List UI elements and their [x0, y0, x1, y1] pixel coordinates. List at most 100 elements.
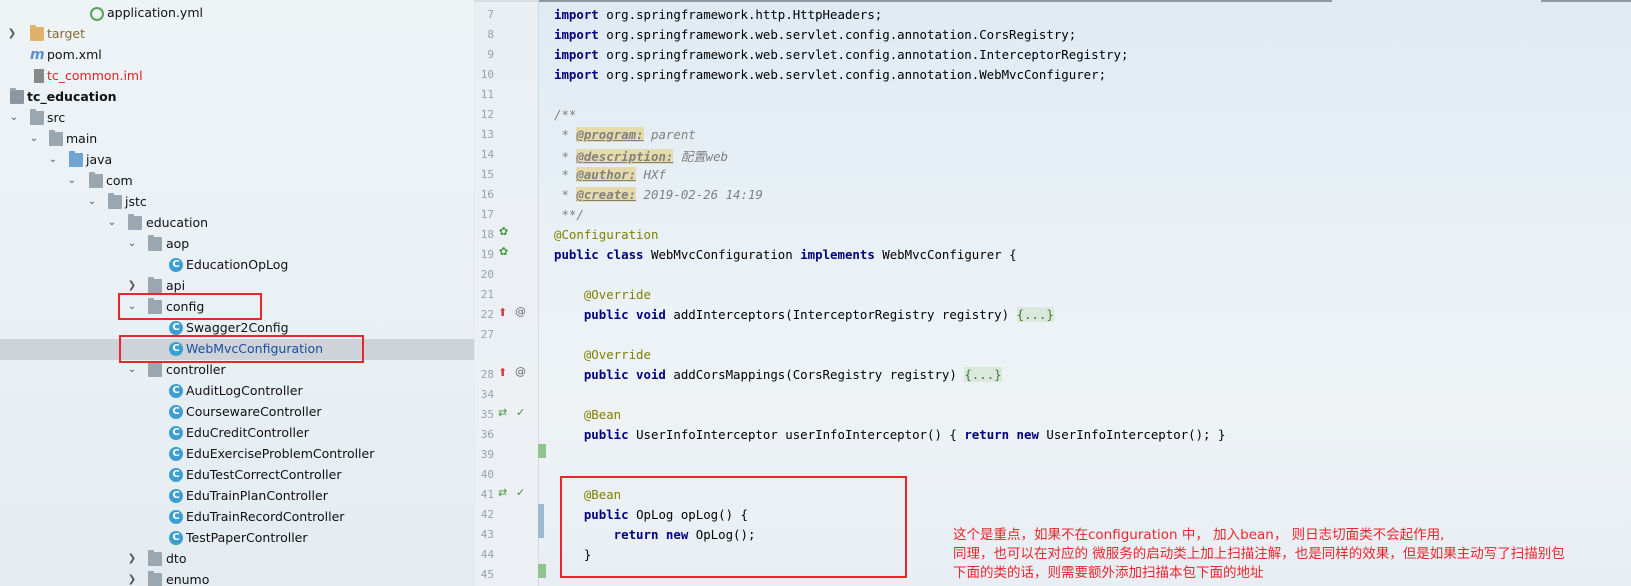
code-line-8[interactable]: import org.springframework.web.servlet.c… [554, 27, 1076, 42]
code-line-14[interactable]: * @description: 配置web [554, 147, 728, 165]
annotation-note-line: 这个是重点，如果不在configuration 中， 加入bean， 则日志切面… [953, 527, 1445, 543]
code-line-35[interactable]: @Bean [554, 407, 621, 422]
annotation-note: 这个是重点，如果不在configuration 中， 加入bean， 则日志切面… [953, 526, 1631, 583]
tree-item-target[interactable]: ❯ target [0, 24, 474, 45]
spring-bean-check-icon[interactable]: ✓ [516, 406, 525, 419]
package-icon [148, 361, 162, 377]
chevron-right-icon[interactable]: ❯ [6, 27, 18, 41]
tree-item-coursewarecontroller[interactable]: C CoursewareController [0, 402, 474, 423]
line-number: 43 [480, 528, 494, 541]
tree-item-com[interactable]: ⌄ com [0, 171, 474, 192]
tree-item-tc-common-iml[interactable]: tc_common.iml [0, 66, 474, 87]
tree-item-education[interactable]: ⌄ education [0, 213, 474, 234]
chevron-right-icon[interactable]: ❯ [126, 573, 138, 586]
tree-item-java[interactable]: ⌄ java [0, 150, 474, 171]
tree-item-edutestcorrectcontroller[interactable]: C EduTestCorrectController [0, 465, 474, 486]
code-line-12[interactable]: /** [554, 107, 576, 122]
code-line-15[interactable]: * @author: HXf [554, 167, 666, 182]
vcs-change-marker [538, 444, 546, 458]
yaml-file-icon [90, 7, 104, 21]
annotation-at-icon[interactable]: @ [515, 365, 526, 378]
line-number: 7 [487, 8, 494, 21]
spring-bean-check-icon[interactable]: ✓ [516, 486, 525, 499]
line-number: 19 [480, 248, 494, 261]
code-line-19[interactable]: public class WebMvcConfiguration impleme… [554, 247, 1017, 262]
spring-bean-link-icon[interactable]: ⇄ [498, 486, 507, 499]
highlight-box-oplog-bean [560, 476, 907, 578]
line-number: 11 [480, 88, 494, 101]
class-icon: C [169, 405, 183, 419]
code-line-21[interactable]: @Override [554, 287, 651, 302]
code-line-16[interactable]: * @create: 2019-02-26 14:19 [554, 187, 763, 202]
tree-item-pom-xml[interactable]: m pom.xml [0, 45, 474, 66]
package-icon [148, 235, 162, 251]
package-icon [148, 277, 162, 293]
chevron-right-icon[interactable]: ❯ [126, 279, 138, 293]
chevron-down-icon[interactable]: ⌄ [28, 132, 40, 146]
module-folder-icon [10, 88, 24, 104]
code-line-7[interactable]: import org.springframework.http.HttpHead… [554, 7, 882, 22]
package-icon [148, 571, 162, 586]
highlight-box-config [118, 293, 262, 320]
tree-item-testpapercontroller[interactable]: C TestPaperController [0, 528, 474, 549]
tree-item-edutrainplancontroller[interactable]: C EduTrainPlanController [0, 486, 474, 507]
annotation-at-icon[interactable]: @ [515, 305, 526, 318]
tree-item-edutrainrecordcontroller[interactable]: C EduTrainRecordController [0, 507, 474, 528]
spring-bean-link-icon[interactable]: ⇄ [498, 406, 507, 419]
line-number: 15 [480, 168, 494, 181]
line-number: 13 [480, 128, 494, 141]
line-number: 41 [480, 488, 494, 501]
tree-item-application-yml[interactable]: application.yml [0, 3, 474, 24]
tree-item-tc-education[interactable]: tc_education [0, 87, 474, 108]
line-number: 8 [487, 28, 494, 41]
line-number: 44 [480, 548, 494, 561]
class-icon: C [169, 426, 183, 440]
tree-item-educationoplog[interactable]: C EducationOpLog [0, 255, 474, 276]
class-icon: C [169, 468, 183, 482]
tree-item-src[interactable]: ⌄ src [0, 108, 474, 129]
editor-top-scroll-indicator-right [1541, 0, 1631, 2]
tree-item-dto[interactable]: ❯ dto [0, 549, 474, 570]
code-line-22[interactable]: public void addInterceptors(InterceptorR… [554, 307, 1054, 322]
tree-item-aop[interactable]: ⌄ aop [0, 234, 474, 255]
tree-item-main[interactable]: ⌄ main [0, 129, 474, 150]
code-line-18[interactable]: @Configuration [554, 227, 658, 242]
folder-icon [49, 130, 63, 146]
line-number: 14 [480, 148, 494, 161]
tree-item-educreditcontroller[interactable]: C EduCreditController [0, 423, 474, 444]
chevron-right-icon[interactable]: ❯ [126, 552, 138, 566]
chevron-down-icon[interactable]: ⌄ [106, 216, 118, 230]
override-method-icon[interactable]: ⬆ [498, 366, 507, 379]
tree-item-eduexerciseproblemcontroller[interactable]: C EduExerciseProblemController [0, 444, 474, 465]
code-line-9[interactable]: import org.springframework.web.servlet.c… [554, 47, 1128, 62]
tree-item-jstc[interactable]: ⌄ jstc [0, 192, 474, 213]
line-number: 16 [480, 188, 494, 201]
code-line-27[interactable]: @Override [554, 347, 651, 362]
highlight-box-webmvcconfiguration [119, 335, 364, 363]
chevron-down-icon[interactable]: ⌄ [8, 111, 20, 125]
chevron-down-icon[interactable]: ⌄ [126, 237, 138, 251]
override-method-icon[interactable]: ⬆ [498, 306, 507, 319]
chevron-down-icon[interactable]: ⌄ [47, 153, 59, 167]
class-icon: C [169, 531, 183, 545]
code-line-36[interactable]: public UserInfoInterceptor userInfoInter… [554, 427, 1226, 442]
code-line-10[interactable]: import org.springframework.web.servlet.c… [554, 67, 1106, 82]
code-line-28[interactable]: public void addCorsMappings(CorsRegistry… [554, 367, 1002, 382]
spring-bean-icon[interactable]: ✿ [499, 245, 508, 258]
class-icon: C [169, 447, 183, 461]
tree-item-auditlogcontroller[interactable]: C AuditLogController [0, 381, 474, 402]
tree-item-enumo[interactable]: ❯ enumo [0, 570, 474, 586]
tree-item-controller[interactable]: ⌄ controller [0, 360, 474, 381]
code-line-17[interactable]: **/ [554, 207, 583, 222]
source-folder-icon [69, 151, 83, 167]
chevron-down-icon[interactable]: ⌄ [126, 363, 138, 377]
line-number: 9 [487, 48, 494, 61]
folder-icon [30, 109, 44, 125]
chevron-down-icon[interactable]: ⌄ [66, 174, 78, 188]
spring-bean-icon[interactable]: ✿ [499, 225, 508, 238]
code-line-13[interactable]: * @program: parent [554, 127, 696, 142]
chevron-down-icon[interactable]: ⌄ [86, 195, 98, 209]
line-number: 39 [480, 448, 494, 461]
line-number: 22 [480, 308, 494, 321]
package-icon [148, 550, 162, 566]
